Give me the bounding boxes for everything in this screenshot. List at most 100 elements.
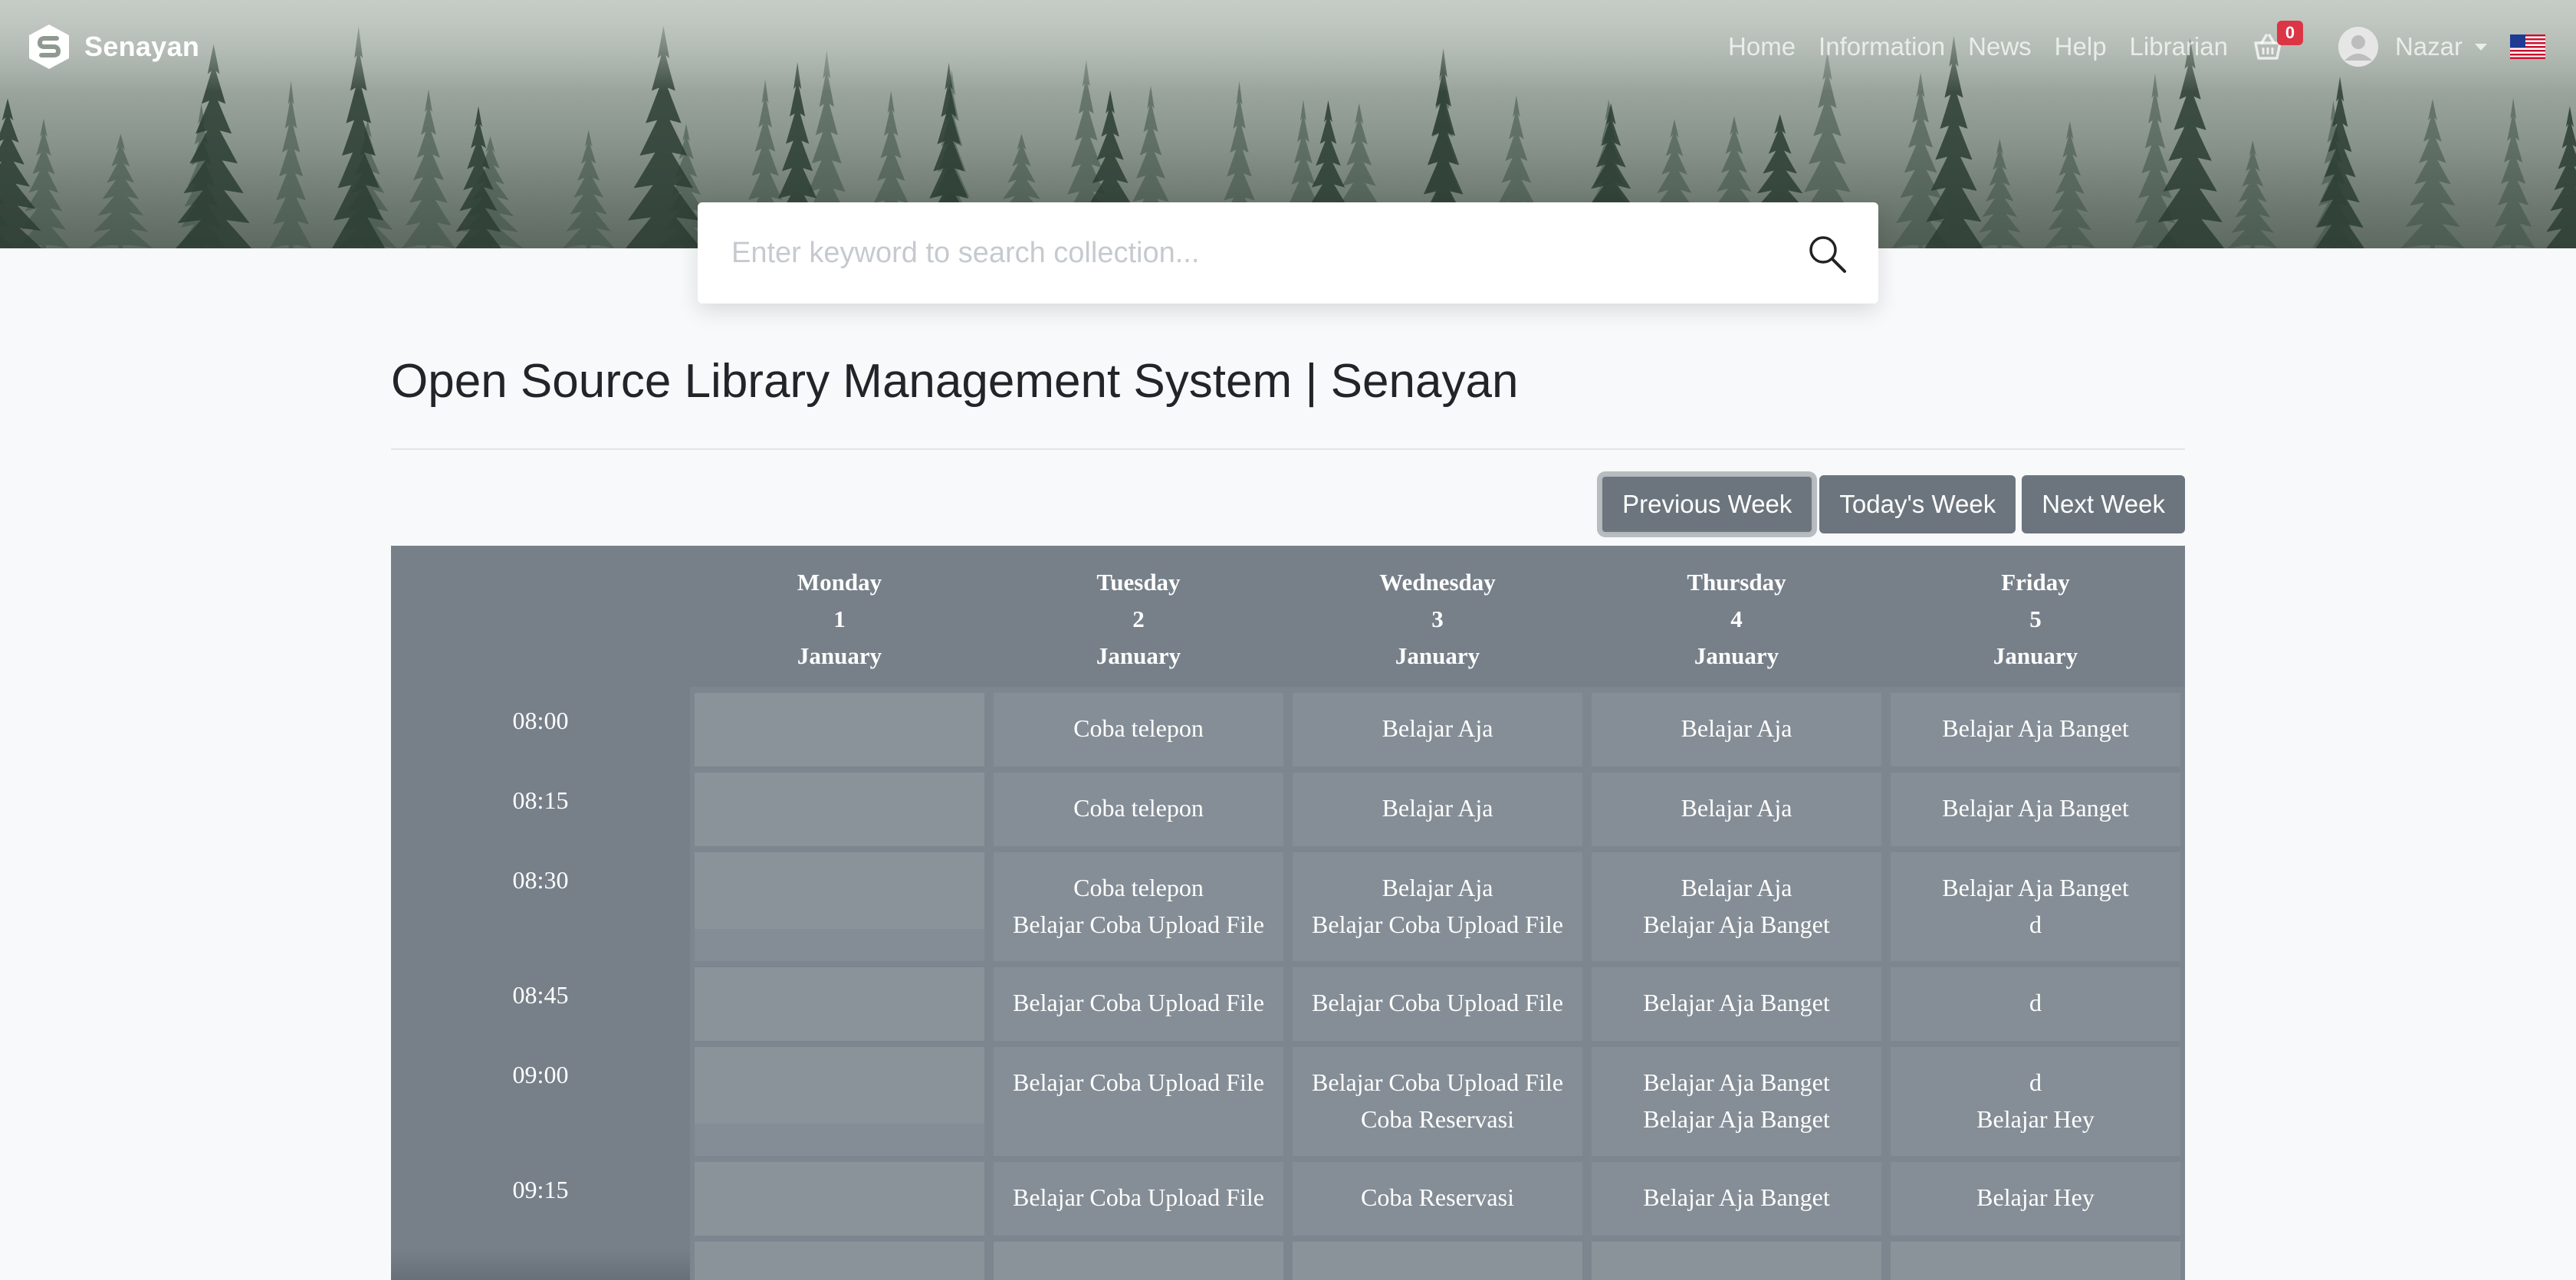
reservation-title: Belajar Coba Upload File — [1013, 1068, 1264, 1096]
day-header-num: 4 — [1730, 606, 1743, 632]
day-header-name: Friday — [2001, 569, 2070, 596]
search-input[interactable] — [731, 236, 1759, 270]
day-header: Monday 1 January — [694, 564, 985, 674]
reservation-cell[interactable]: Belajar Aja Banget — [1891, 773, 2180, 846]
reservation-cell[interactable]: Belajar Aja — [1592, 693, 1881, 766]
reservation-title: Belajar Hey — [1976, 1183, 2095, 1211]
empty-slot-cell[interactable] — [1592, 1242, 1881, 1280]
us-flag-language-icon[interactable] — [2510, 34, 2545, 59]
nav-news-link[interactable]: News — [1968, 32, 2032, 61]
slot-fill — [695, 1047, 984, 1124]
user-avatar-icon — [2338, 27, 2378, 67]
empty-slot-cell[interactable] — [695, 693, 984, 766]
todays-week-button[interactable]: Today's Week — [1819, 475, 2016, 533]
slot-fill — [695, 693, 984, 766]
brand-link[interactable]: Senayan — [26, 23, 199, 71]
reservation-title: Coba telepon — [1073, 874, 1204, 901]
avatar — [2338, 27, 2378, 67]
reservation-title: Belajar Aja — [1382, 714, 1493, 742]
day-header-month: January — [1096, 642, 1181, 669]
basket-count-badge: 0 — [2276, 21, 2303, 45]
day-header-month: January — [1694, 642, 1779, 669]
reservation-cell[interactable]: Belajar Aja Banget d — [1891, 852, 2180, 961]
time-slot-label: 08:00 — [512, 707, 569, 734]
reservation-title: Belajar Coba Upload File — [1312, 911, 1563, 938]
user-menu-dropdown[interactable]: Nazar — [2338, 27, 2487, 67]
reservation-cell[interactable]: Belajar Aja Banget — [1592, 967, 1881, 1041]
day-header-month: January — [1395, 642, 1480, 669]
empty-slot-cell[interactable] — [695, 1162, 984, 1236]
reservation-cell[interactable]: Belajar Hey — [1891, 1162, 2180, 1236]
reservation-cell[interactable]: Belajar Aja Banget — [1891, 693, 2180, 766]
reservation-title: Belajar Aja — [1382, 874, 1493, 901]
time-slot-label: 08:30 — [512, 866, 569, 894]
reservation-title: Belajar Aja Banget — [1942, 794, 2129, 822]
nav-help-link[interactable]: Help — [2055, 32, 2107, 61]
nav-information-link[interactable]: Information — [1819, 32, 1945, 61]
reservation-title: Coba Reservasi — [1361, 1105, 1514, 1133]
day-header-name: Tuesday — [1096, 569, 1181, 596]
week-navigation: Previous Week Today's Week Next Week — [1601, 475, 2185, 533]
day-header-month: January — [1993, 642, 2078, 669]
empty-slot-cell[interactable] — [1891, 1242, 2180, 1280]
reservation-cell[interactable]: Belajar Coba Upload File — [994, 1047, 1283, 1156]
reservation-title: Belajar Aja Banget — [1942, 714, 2129, 742]
empty-slot-cell[interactable] — [695, 1242, 984, 1280]
reservation-cell[interactable]: Coba Reservasi — [1293, 1162, 1582, 1236]
slot-fill — [994, 1242, 1283, 1280]
time-slot-label: 08:45 — [512, 981, 569, 1009]
reservation-title: Belajar Aja Banget — [1643, 911, 1830, 938]
reservation-calendar: Monday 1 January Tuesday 2 January Wednesday 3 J… — [391, 546, 2185, 1280]
empty-slot-cell[interactable] — [695, 773, 984, 846]
reservation-cell[interactable]: Coba telepon — [994, 693, 1283, 766]
empty-slot-cell[interactable] — [994, 1242, 1283, 1280]
empty-slot-cell[interactable] — [695, 967, 984, 1041]
slot-fill — [1592, 1242, 1881, 1280]
day-header: Tuesday 2 January — [993, 564, 1284, 674]
day-header-name: Wednesday — [1379, 569, 1496, 596]
reservation-cell[interactable]: Belajar Aja Belajar Coba Upload File — [1293, 852, 1582, 961]
previous-week-button[interactable]: Previous Week — [1601, 475, 1814, 533]
basket-button[interactable]: 0 — [2251, 21, 2303, 64]
reservation-cell[interactable]: Belajar Coba Upload File — [994, 967, 1283, 1041]
reservation-title: Belajar Coba Upload File — [1312, 989, 1563, 1016]
reservation-cell[interactable]: Belajar Aja Banget Belajar Aja Banget — [1592, 1047, 1881, 1156]
empty-slot-cell[interactable] — [695, 1047, 984, 1156]
day-header-num: 3 — [1431, 606, 1444, 632]
reservation-title: Belajar Aja Banget — [1643, 989, 1830, 1016]
reservation-cell[interactable]: Coba telepon Belajar Coba Upload File — [994, 852, 1283, 961]
time-slot-label: 09:00 — [512, 1061, 569, 1088]
reservation-cell[interactable]: Belajar Aja Banget — [1592, 1162, 1881, 1236]
reservation-title: Coba telepon — [1073, 794, 1204, 822]
reservation-title: d — [2029, 1068, 2042, 1096]
reservation-title: Belajar Aja — [1681, 714, 1792, 742]
reservation-cell[interactable]: d Belajar Hey — [1891, 1047, 2180, 1156]
day-header: Friday 5 January — [1890, 564, 2181, 674]
reservation-cell[interactable]: Belajar Coba Upload File Coba Reservasi — [1293, 1047, 1582, 1156]
time-slot-label: 08:15 — [512, 786, 569, 814]
reservation-cell[interactable]: Belajar Aja — [1293, 773, 1582, 846]
senayan-logo-icon — [29, 25, 69, 69]
search-icon[interactable] — [1806, 233, 1848, 274]
empty-slot-cell[interactable] — [1293, 1242, 1582, 1280]
nav-home-link[interactable]: Home — [1728, 32, 1796, 61]
reservation-cell[interactable]: Coba telepon — [994, 773, 1283, 846]
empty-slot-cell[interactable] — [695, 852, 984, 961]
reservation-cell[interactable]: Belajar Aja — [1592, 773, 1881, 846]
user-name: Nazar — [2394, 32, 2463, 61]
day-header-month: January — [797, 642, 882, 669]
reservation-title: Belajar Aja Banget — [1643, 1183, 1830, 1211]
reservation-cell[interactable]: Belajar Aja — [1293, 693, 1582, 766]
reservation-title: Belajar Aja Banget — [1643, 1105, 1830, 1133]
reservation-cell[interactable]: d — [1891, 967, 2180, 1041]
search-bar — [698, 202, 1878, 304]
next-week-button[interactable]: Next Week — [2022, 475, 2185, 533]
reservation-title: Belajar Aja — [1681, 874, 1792, 901]
reservation-cell[interactable]: Belajar Coba Upload File — [994, 1162, 1283, 1236]
reservation-cell[interactable]: Belajar Aja Belajar Aja Banget — [1592, 852, 1881, 961]
nav-librarian-link[interactable]: Librarian — [2130, 32, 2228, 61]
reservation-title: Coba telepon — [1073, 714, 1204, 742]
day-header: Wednesday 3 January — [1292, 564, 1583, 674]
reservation-cell[interactable]: Belajar Coba Upload File — [1293, 967, 1582, 1041]
slot-fill — [695, 773, 984, 846]
